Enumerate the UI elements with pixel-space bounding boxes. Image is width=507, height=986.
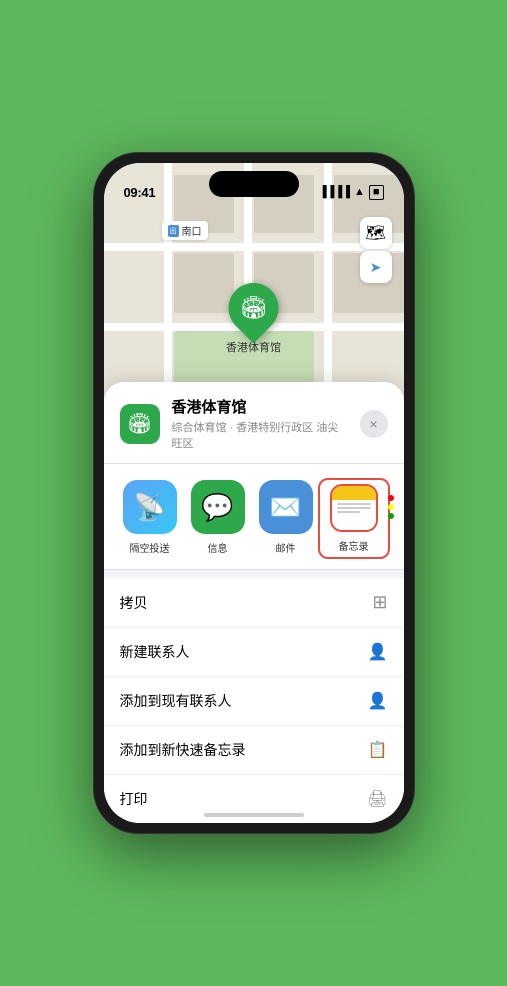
more-apps-indicator[interactable] bbox=[388, 480, 394, 534]
action-new-contact[interactable]: 新建联系人 👤 bbox=[104, 628, 404, 677]
airdrop-icon-wrap: 📡 bbox=[123, 480, 177, 534]
action-list: 拷贝 ⊞ 新建联系人 👤 添加到现有联系人 👤 添加到新快速备忘录 📋 打印 bbox=[104, 578, 404, 823]
dot-green bbox=[388, 513, 394, 519]
wifi-icon: ▲ bbox=[354, 186, 365, 198]
sheet-header: 🏟 香港体育馆 综合体育馆 · 香港特别行政区 油尖旺区 × bbox=[104, 382, 404, 464]
close-icon: × bbox=[369, 416, 377, 432]
exit-icon: 出 bbox=[168, 225, 179, 237]
phone-frame: 09:41 ▐▐▐▐ ▲ ■ bbox=[94, 153, 414, 833]
copy-icon: ⊞ bbox=[372, 592, 387, 613]
close-button[interactable]: × bbox=[360, 410, 388, 438]
status-time: 09:41 bbox=[124, 185, 156, 200]
bottom-sheet: 🏟 香港体育馆 综合体育馆 · 香港特别行政区 油尖旺区 × 📡 隔空投送 bbox=[104, 382, 404, 823]
messages-icon-wrap: 💬 bbox=[191, 480, 245, 534]
notes-label: 备忘录 bbox=[339, 538, 369, 553]
action-new-contact-label: 新建联系人 bbox=[120, 642, 190, 662]
add-notes-icon: 📋 bbox=[368, 740, 388, 760]
pin-marker: 🏟 bbox=[218, 273, 289, 344]
dot-red bbox=[388, 495, 394, 501]
map-type-icon: 🗺 bbox=[365, 223, 385, 243]
mail-icon: ✉️ bbox=[269, 492, 301, 523]
notes-lines bbox=[332, 500, 376, 516]
map-location-button[interactable]: ➤ bbox=[360, 251, 392, 283]
messages-icon: 💬 bbox=[201, 492, 233, 523]
venue-name: 香港体育馆 bbox=[172, 396, 348, 417]
action-add-notes-label: 添加到新快速备忘录 bbox=[120, 740, 246, 760]
home-indicator bbox=[204, 813, 304, 817]
share-item-notes[interactable]: 备忘录 bbox=[320, 480, 388, 557]
dot-yellow bbox=[388, 504, 394, 510]
messages-label: 信息 bbox=[208, 540, 228, 555]
notes-line-1 bbox=[337, 503, 371, 505]
mail-icon-wrap: ✉️ bbox=[259, 480, 313, 534]
more-dots bbox=[388, 495, 394, 519]
venue-subtitle: 综合体育馆 · 香港特别行政区 油尖旺区 bbox=[172, 419, 348, 451]
notes-line-2 bbox=[337, 507, 371, 509]
share-item-mail[interactable]: ✉️ 邮件 bbox=[252, 480, 320, 557]
notes-line-3 bbox=[337, 511, 361, 513]
location-label-text: 南口 bbox=[182, 223, 202, 238]
map-location-label: 出 南口 bbox=[162, 221, 208, 240]
print-icon: 🖨 bbox=[367, 789, 387, 809]
share-item-messages[interactable]: 💬 信息 bbox=[184, 480, 252, 557]
location-arrow-icon: ➤ bbox=[370, 259, 382, 276]
venue-logo-icon: 🏟 bbox=[127, 411, 152, 436]
notes-icon-wrap bbox=[330, 484, 378, 532]
mail-label: 邮件 bbox=[276, 540, 296, 555]
share-row: 📡 隔空投送 💬 信息 ✉️ 邮件 bbox=[104, 464, 404, 570]
new-contact-icon: 👤 bbox=[368, 642, 388, 662]
venue-info: 香港体育馆 综合体育馆 · 香港特别行政区 油尖旺区 bbox=[172, 396, 348, 451]
share-item-airdrop[interactable]: 📡 隔空投送 bbox=[116, 480, 184, 557]
map-type-button[interactable]: 🗺 bbox=[360, 217, 392, 249]
map-buttons: 🗺 ➤ bbox=[360, 217, 392, 283]
action-add-existing[interactable]: 添加到现有联系人 👤 bbox=[104, 677, 404, 726]
action-copy[interactable]: 拷贝 ⊞ bbox=[104, 578, 404, 628]
airdrop-label: 隔空投送 bbox=[130, 540, 170, 555]
phone-screen: 09:41 ▐▐▐▐ ▲ ■ bbox=[104, 163, 404, 823]
signal-icon: ▐▐▐▐ bbox=[319, 186, 350, 198]
action-copy-label: 拷贝 bbox=[120, 593, 148, 613]
battery-icon: ■ bbox=[369, 185, 384, 200]
dynamic-island bbox=[209, 171, 299, 197]
airdrop-icon: 📡 bbox=[133, 492, 165, 523]
stadium-icon: 🏟 bbox=[240, 295, 268, 321]
stadium-pin: 🏟 香港体育馆 bbox=[226, 283, 281, 355]
venue-icon: 🏟 bbox=[120, 404, 160, 444]
action-add-notes[interactable]: 添加到新快速备忘录 📋 bbox=[104, 726, 404, 775]
status-icons: ▐▐▐▐ ▲ ■ bbox=[319, 185, 384, 200]
notes-top-bar bbox=[332, 486, 376, 500]
action-add-existing-label: 添加到现有联系人 bbox=[120, 691, 232, 711]
add-existing-icon: 👤 bbox=[368, 691, 388, 711]
action-print-label: 打印 bbox=[120, 789, 148, 809]
